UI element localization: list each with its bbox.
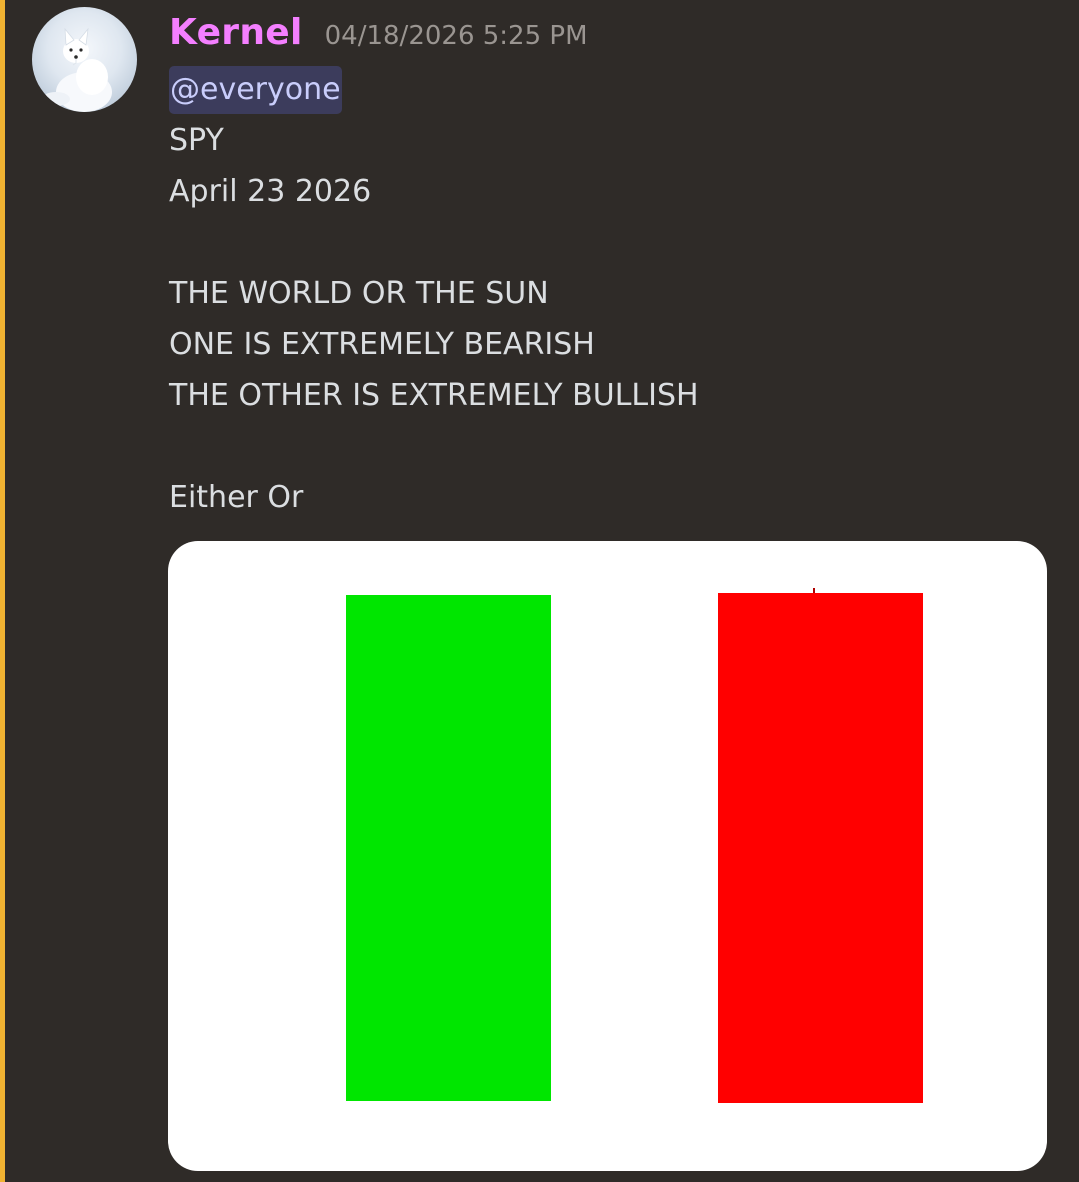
message-header: Kernel 04/18/2026 5:25 PM xyxy=(169,12,588,62)
arctic-fox-icon xyxy=(42,27,112,112)
message-line: ONE IS EXTREMELY BEARISH xyxy=(169,327,595,362)
message-line: THE WORLD OR THE SUN xyxy=(169,276,549,311)
candlestick-image xyxy=(346,588,923,1103)
author-name[interactable]: Kernel xyxy=(169,12,303,53)
message-line xyxy=(169,217,1049,268)
user-avatar[interactable] xyxy=(32,7,137,112)
message-content: @everyone SPY April 23 2026 THE WORLD OR… xyxy=(169,64,1049,523)
red-candle xyxy=(718,593,923,1103)
mention-highlight-bar xyxy=(0,0,5,1182)
message-timestamp: 04/18/2026 5:25 PM xyxy=(324,21,588,51)
mention-line: @everyone xyxy=(169,64,1049,115)
green-candle xyxy=(346,595,551,1101)
message-line xyxy=(169,421,1049,472)
everyone-mention[interactable]: @everyone xyxy=(169,66,342,114)
chat-message: Kernel 04/18/2026 5:25 PM @everyone SPY … xyxy=(0,0,1079,1182)
message-line: SPY xyxy=(169,123,224,158)
message-line: April 23 2026 xyxy=(169,174,372,209)
message-line: Either Or xyxy=(169,480,304,515)
image-attachment[interactable] xyxy=(168,541,1047,1171)
message-line: THE OTHER IS EXTREMELY BULLISH xyxy=(169,378,699,413)
